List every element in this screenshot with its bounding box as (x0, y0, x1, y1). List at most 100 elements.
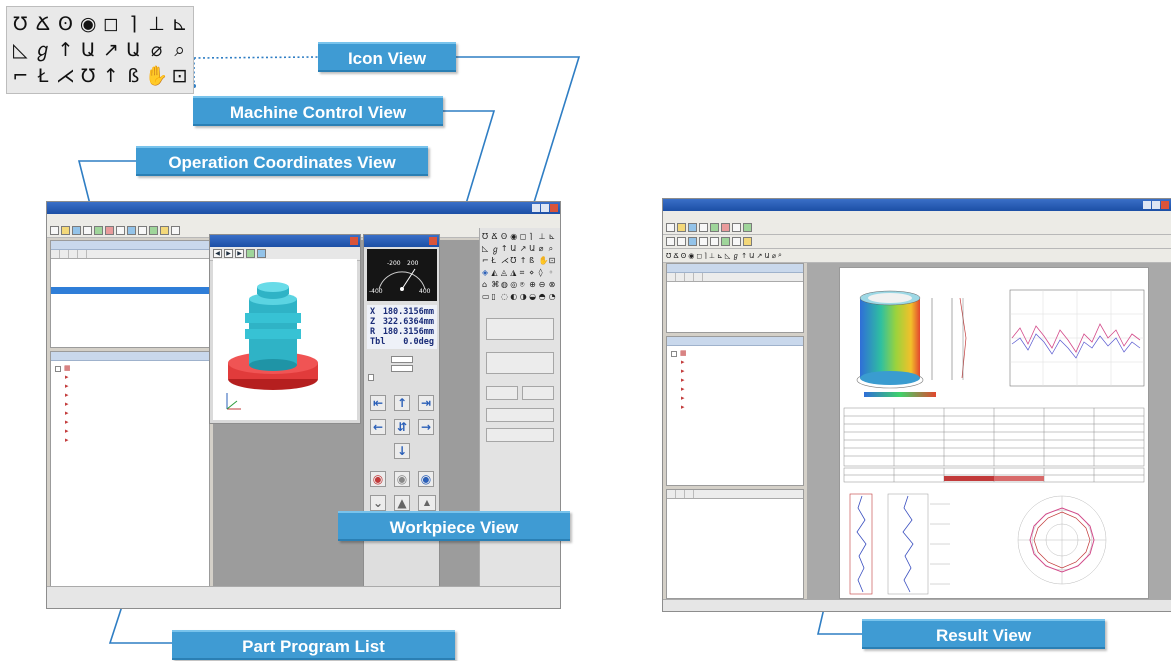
program-tree-item[interactable]: ▸ (55, 373, 209, 382)
probe-icon[interactable] (127, 226, 136, 235)
run-icon[interactable] (710, 223, 719, 232)
palette-icon[interactable]: ⌐ (9, 63, 32, 89)
probe-up-button[interactable]: ▲ (394, 495, 410, 511)
new-file-icon[interactable] (666, 223, 675, 232)
workpiece-canvas[interactable] (213, 259, 357, 420)
palette-icon[interactable]: Ա (122, 37, 145, 63)
program-tree-item[interactable]: ▸ (671, 367, 803, 376)
step-field[interactable] (364, 355, 439, 364)
measure-icon[interactable] (116, 226, 125, 235)
close-control-button[interactable]: ▲ (418, 495, 436, 511)
palette-icon[interactable]: ◻ (99, 11, 122, 37)
palette-icon[interactable]: ß (122, 63, 145, 89)
palette-icon[interactable]: ⌉ (122, 11, 145, 37)
icon-toolbar-grid[interactable]: Ʊ Ճʘ ◉ ◻ ⌉ ⊥ ⊾ ◺ ℊ ↑ Ա ↗ Ա ⌀ ⌕ ⌐ Ł ⋌ Ʊ ↑ ß ✋ ⊡ ◈ ◭ ◬ ◮ ⌗ ⋄ ◊ ◦ ⌂ ⌘ ◍ ◎… (482, 232, 558, 304)
palette-icon[interactable]: ʘ (54, 11, 77, 37)
probe-down-button[interactable]: ⌄ (370, 495, 386, 511)
view-icon[interactable] (149, 226, 158, 235)
program-tree-root[interactable]: ▦ (55, 364, 209, 373)
palette-icon[interactable]: ⌀ (145, 37, 169, 63)
grid-icon[interactable] (699, 237, 708, 246)
palette-icon[interactable]: ↗ (99, 37, 122, 63)
result-coordinates-tabs[interactable]: ​​​​ (667, 273, 803, 282)
palette-icon[interactable]: ⊡ (168, 63, 191, 89)
palette-icon[interactable]: Ł (32, 63, 55, 89)
program-tree-item[interactable]: ▸ (55, 427, 209, 436)
palette-icon[interactable]: ⊥ (145, 11, 169, 37)
play-icon[interactable]: ▶ (224, 249, 233, 258)
open-folder-icon[interactable] (677, 223, 686, 232)
program-tree-item[interactable]: ▸ (671, 358, 803, 367)
jog-up-button[interactable]: ↑ (394, 395, 410, 411)
jog-z-button[interactable]: ⇵ (394, 419, 410, 435)
table-center-button[interactable]: ◉ (394, 471, 410, 487)
chart-icon[interactable] (721, 237, 730, 246)
table-rotate-left-button[interactable]: ◉ (370, 471, 386, 487)
print-icon[interactable] (83, 226, 92, 235)
program-tree-item[interactable]: ▸ (55, 382, 209, 391)
palette-icon[interactable]: ⊾ (168, 11, 191, 37)
palette-icon[interactable]: Ʊ (9, 11, 32, 37)
side-button-5[interactable] (486, 408, 554, 422)
open-folder-icon[interactable] (61, 226, 70, 235)
select-icon[interactable] (666, 237, 675, 246)
palette-icon[interactable]: ✋ (145, 63, 169, 89)
run-icon[interactable] (94, 226, 103, 235)
palette-icon[interactable]: Ʊ (77, 63, 100, 89)
program-tree-item[interactable]: ▸ (671, 385, 803, 394)
text-icon[interactable] (743, 237, 752, 246)
measure-icon[interactable] (732, 223, 741, 232)
fit-icon[interactable] (688, 237, 697, 246)
side-button-6[interactable] (486, 428, 554, 442)
jog-right-button[interactable]: → (418, 419, 434, 435)
palette-icon[interactable]: ⋌ (54, 63, 77, 89)
palette-icon[interactable]: Ճ (32, 11, 55, 37)
save-icon[interactable] (688, 223, 697, 232)
zoom-view-icon[interactable] (257, 249, 266, 258)
palette-icon[interactable]: ℊ (32, 37, 55, 63)
palette-icon[interactable]: ↑ (99, 63, 122, 89)
auto-follow-checkbox[interactable] (364, 373, 439, 382)
result-report-page[interactable] (839, 267, 1149, 599)
program-tree-item[interactable]: ▸ (55, 391, 209, 400)
speed-field[interactable] (364, 364, 439, 373)
program-tree-item[interactable]: ▸ (671, 394, 803, 403)
jog-left-button[interactable]: ← (370, 419, 386, 435)
palette-icon[interactable]: ◺ (9, 37, 32, 63)
side-button-1[interactable] (486, 318, 554, 340)
zoom-icon[interactable] (677, 237, 686, 246)
operation-coordinates-tabs[interactable]: ​​​​ (51, 250, 209, 259)
palette-icon[interactable]: ◉ (77, 11, 100, 37)
line-icon[interactable] (732, 237, 741, 246)
stop-icon[interactable] (721, 223, 730, 232)
program-tree-item[interactable]: ▸ (671, 403, 803, 412)
program-tree-item[interactable]: ▸ (55, 400, 209, 409)
program-tree-item[interactable]: ▸ (55, 436, 209, 445)
rotate-view-icon[interactable] (246, 249, 255, 258)
program-tree-item[interactable]: ▸ (55, 409, 209, 418)
program-tree-item[interactable]: ▸ (671, 376, 803, 385)
align-icon[interactable] (710, 237, 719, 246)
jog-home-left-button[interactable]: ⇤ (370, 395, 386, 411)
jog-down-button[interactable]: ↓ (394, 443, 410, 459)
view-icon[interactable] (743, 223, 752, 232)
side-button-3[interactable] (486, 386, 518, 400)
program-tree-item[interactable]: ▸ (55, 418, 209, 427)
palette-icon[interactable]: ⌕ (168, 37, 191, 63)
jog-home-right-button[interactable]: ⇥ (418, 395, 434, 411)
table-rotate-right-button[interactable]: ◉ (418, 471, 434, 487)
stop-icon[interactable] (105, 226, 114, 235)
print-icon[interactable] (699, 223, 708, 232)
coordinate-row-selected[interactable] (51, 287, 209, 294)
settings-icon[interactable] (138, 226, 147, 235)
help-icon[interactable] (171, 226, 180, 235)
new-file-icon[interactable] (50, 226, 59, 235)
program-tree-root[interactable]: ▦ (671, 349, 803, 358)
result-list-tabs[interactable]: ​​​ (667, 490, 803, 499)
side-button-4[interactable] (522, 386, 554, 400)
palette-icon[interactable]: Ա (77, 37, 100, 63)
last-frame-icon[interactable]: ▶ (235, 249, 244, 258)
side-button-2[interactable] (486, 352, 554, 374)
first-frame-icon[interactable]: ◀ (213, 249, 222, 258)
report-icon[interactable] (160, 226, 169, 235)
